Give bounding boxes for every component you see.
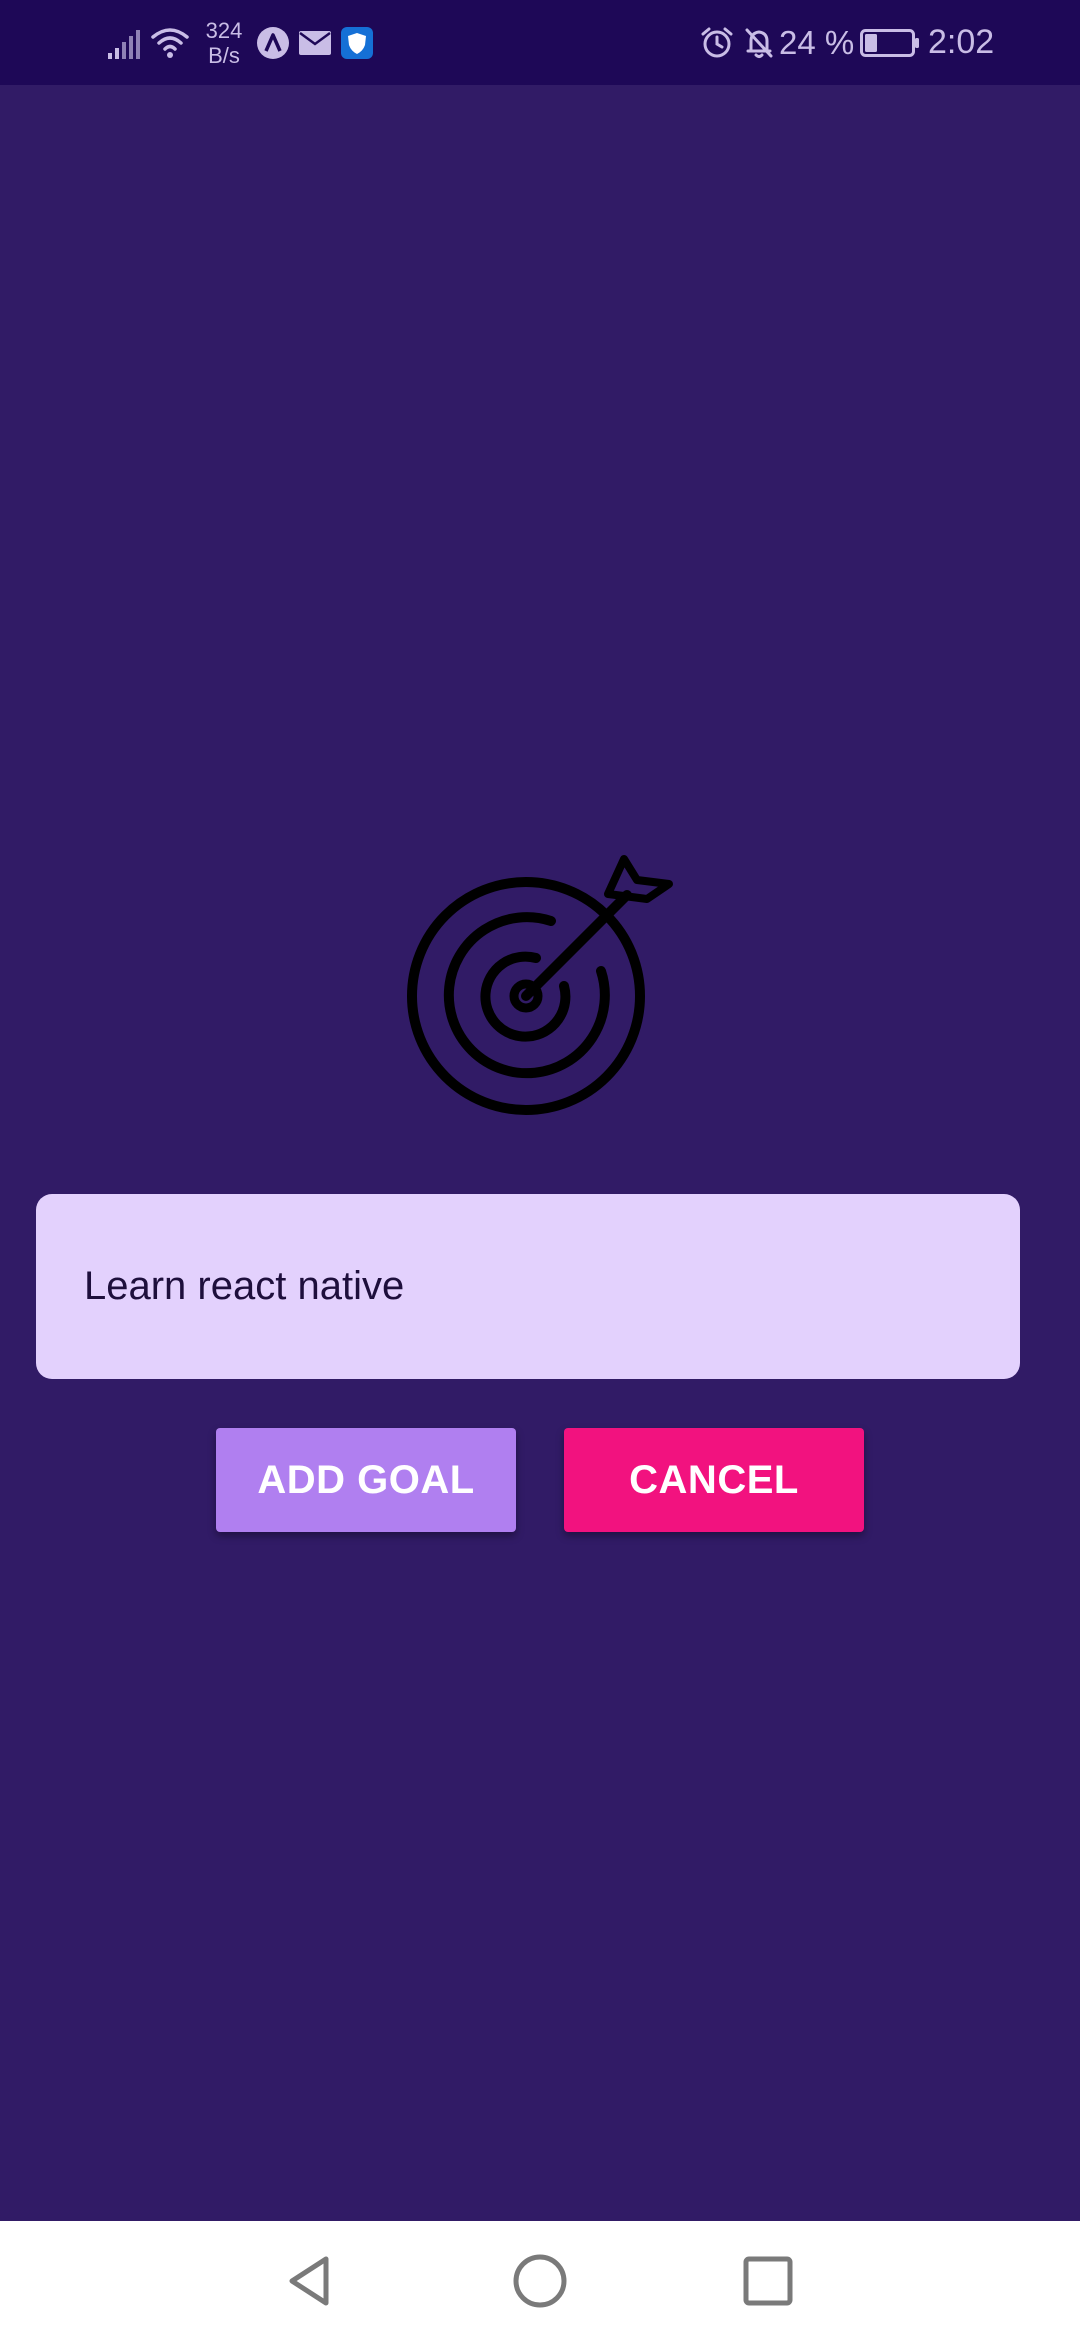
signal-icon bbox=[107, 0, 143, 85]
home-circle-icon[interactable] bbox=[502, 2243, 578, 2319]
goal-input-screen: ADD GOAL CANCEL bbox=[0, 85, 1080, 2221]
clock-time: 2:02 bbox=[928, 23, 995, 61]
network-speed-unit: B/s bbox=[208, 42, 240, 68]
cancel-label: CANCEL bbox=[629, 1457, 799, 1502]
network-speed: 324 B/s bbox=[200, 0, 248, 85]
wifi-icon bbox=[150, 0, 190, 85]
cancel-button[interactable]: CANCEL bbox=[564, 1428, 864, 1532]
add-goal-button[interactable]: ADD GOAL bbox=[216, 1428, 516, 1532]
navigation-bar bbox=[0, 2221, 1080, 2340]
battery-percent: 24 % bbox=[779, 23, 855, 61]
app-a-icon bbox=[256, 0, 290, 85]
back-triangle-icon[interactable] bbox=[272, 2243, 348, 2319]
goal-input[interactable] bbox=[36, 1194, 1020, 1379]
alarm-icon bbox=[700, 0, 734, 85]
add-goal-label: ADD GOAL bbox=[257, 1457, 475, 1502]
battery-icon bbox=[860, 0, 920, 85]
bell-off-icon bbox=[742, 0, 776, 85]
target-arrow-icon bbox=[405, 850, 675, 1120]
recent-square-icon[interactable] bbox=[730, 2243, 806, 2319]
network-speed-value: 324 bbox=[205, 17, 243, 43]
mail-icon bbox=[298, 0, 332, 85]
shield-icon bbox=[340, 0, 374, 85]
status-bar: 324 B/s 24 % 2:02 bbox=[0, 0, 1080, 85]
